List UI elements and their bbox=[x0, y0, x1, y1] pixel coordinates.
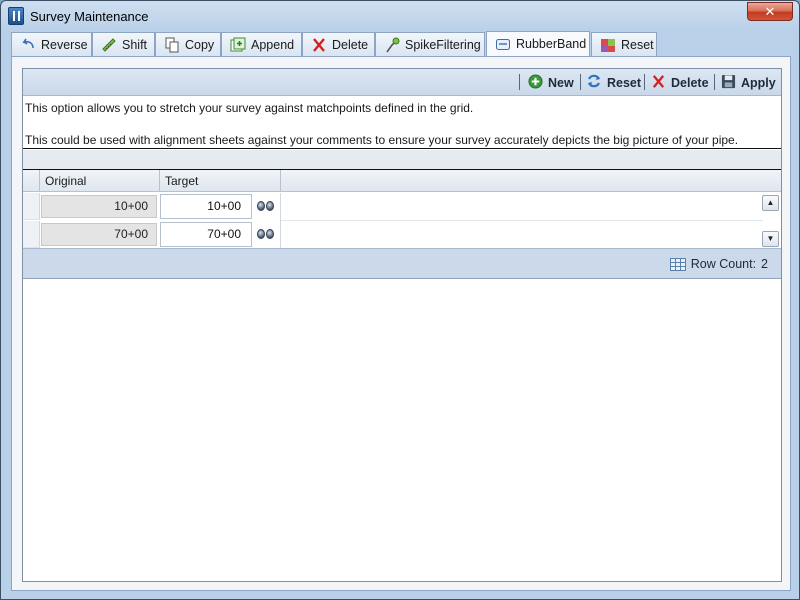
original-cell: 10+00 bbox=[41, 195, 157, 218]
target-cell[interactable]: 70+00 bbox=[160, 222, 252, 247]
tab-reset[interactable]: Reset bbox=[591, 32, 657, 56]
add-icon bbox=[528, 73, 543, 92]
grid-footer: Row Count: 2 bbox=[23, 248, 781, 279]
row-count-label: Row Count: bbox=[690, 257, 757, 271]
tab-rubberband[interactable]: RubberBand bbox=[486, 31, 590, 56]
tab-label: Delete bbox=[332, 37, 369, 52]
delete-x-icon bbox=[311, 37, 327, 53]
reset-button[interactable]: Reset bbox=[586, 73, 641, 92]
description-line: This option allows you to stretch your s… bbox=[25, 101, 474, 115]
tab-label: SpikeFiltering bbox=[405, 37, 481, 52]
delete-button-label: Delete bbox=[671, 75, 709, 90]
copy-icon bbox=[164, 37, 180, 53]
tab-reverse[interactable]: Reverse bbox=[11, 32, 92, 56]
tab-shift[interactable]: Shift bbox=[92, 32, 155, 56]
shift-ruler-icon bbox=[101, 37, 117, 53]
reset-icon bbox=[600, 37, 616, 53]
description-line: This could be used with alignment sheets… bbox=[25, 133, 739, 147]
tab-append[interactable]: Append bbox=[221, 32, 302, 56]
apply-button-label: Apply bbox=[741, 75, 776, 90]
delete-x-icon bbox=[651, 74, 666, 92]
table-icon bbox=[669, 257, 686, 271]
grid-group-strip bbox=[23, 150, 781, 170]
binoculars-icon[interactable] bbox=[257, 201, 275, 212]
row-selector-header bbox=[23, 170, 40, 192]
row-count-value: 2 bbox=[761, 257, 768, 271]
tab-label: Shift bbox=[122, 37, 148, 52]
tab-label: Append bbox=[251, 37, 295, 52]
tab-label: Reverse bbox=[41, 37, 88, 52]
tab-label: Reset bbox=[621, 37, 654, 52]
original-cell: 70+00 bbox=[41, 223, 157, 246]
toolbar-separator bbox=[714, 74, 715, 90]
toolbar-separator bbox=[580, 74, 581, 90]
append-icon bbox=[230, 37, 246, 53]
rubberband-content: New Reset Delete Apply This option allow… bbox=[22, 68, 782, 582]
rubberband-panel: New Reset Delete Apply This option allow… bbox=[11, 56, 791, 591]
tab-label: RubberBand bbox=[516, 37, 587, 51]
table-row[interactable]: 10+00 10+00 bbox=[23, 193, 763, 221]
row-selector[interactable] bbox=[23, 193, 40, 220]
scroll-down-button[interactable]: ▼ bbox=[762, 231, 779, 247]
rubberband-icon bbox=[495, 36, 511, 52]
refresh-icon bbox=[586, 73, 602, 92]
description-text: This option allows you to stretch your s… bbox=[23, 96, 781, 149]
target-cell[interactable]: 10+00 bbox=[160, 194, 252, 219]
reverse-arrow-icon bbox=[20, 37, 36, 53]
tab-delete[interactable]: Delete bbox=[302, 32, 375, 56]
apply-button[interactable]: Apply bbox=[721, 73, 776, 92]
title-bar[interactable]: Survey Maintenance ✕ bbox=[1, 1, 799, 31]
tab-strip: Reverse Shift Copy Append Delete SpikeFi… bbox=[11, 31, 791, 56]
row-count: Row Count: 2 bbox=[669, 257, 768, 271]
table-row[interactable]: 70+00 70+00 bbox=[23, 221, 763, 249]
new-button[interactable]: New bbox=[528, 73, 574, 92]
cell-divider bbox=[280, 221, 281, 249]
row-selector[interactable] bbox=[23, 221, 40, 248]
toolbar-separator bbox=[644, 74, 645, 90]
delete-button[interactable]: Delete bbox=[651, 73, 709, 92]
app-icon bbox=[8, 7, 24, 25]
window-title: Survey Maintenance bbox=[30, 9, 149, 24]
scroll-up-button[interactable]: ▲ bbox=[762, 195, 779, 211]
tab-spikefiltering[interactable]: SpikeFiltering bbox=[375, 32, 485, 56]
close-button[interactable]: ✕ bbox=[747, 2, 793, 21]
column-header-original[interactable]: Original bbox=[40, 170, 160, 192]
tab-label: Copy bbox=[185, 37, 215, 52]
new-button-label: New bbox=[548, 75, 574, 90]
column-header-target[interactable]: Target bbox=[160, 170, 281, 192]
toolbar-separator bbox=[519, 74, 520, 90]
tab-copy[interactable]: Copy bbox=[155, 32, 221, 56]
spike-filter-icon bbox=[384, 37, 400, 53]
binoculars-icon[interactable] bbox=[257, 229, 275, 240]
reset-button-label: Reset bbox=[607, 75, 642, 90]
save-disk-icon bbox=[721, 74, 736, 92]
grid-toolbar: New Reset Delete Apply bbox=[23, 69, 781, 96]
grid-header: Original Target bbox=[23, 170, 781, 192]
cell-divider bbox=[280, 193, 281, 221]
survey-maintenance-window: Survey Maintenance ✕ Reverse Shift Copy bbox=[0, 0, 800, 600]
